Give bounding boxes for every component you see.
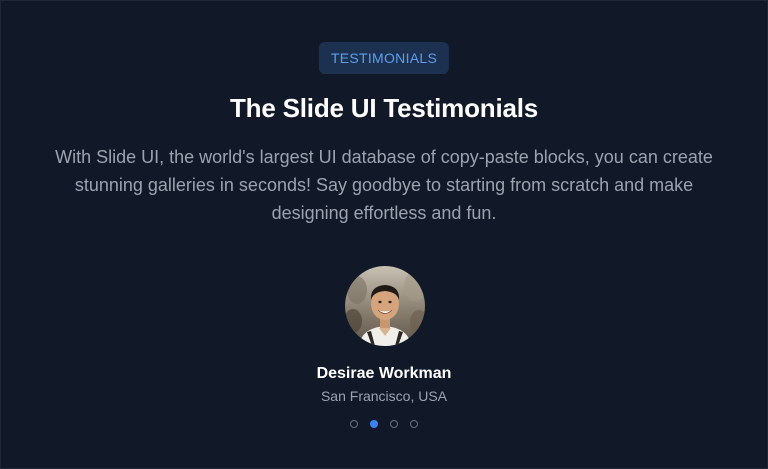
pagination-dots <box>1 420 767 428</box>
pagination-dot-3[interactable] <box>390 420 398 428</box>
pagination-dot-1[interactable] <box>350 420 358 428</box>
pagination-dot-4[interactable] <box>410 420 418 428</box>
pagination-dot-2[interactable] <box>370 420 378 428</box>
avatar <box>345 266 425 346</box>
person-photo-icon <box>345 266 425 346</box>
section-description: With Slide UI, the world's largest UI da… <box>55 147 713 223</box>
testimonials-section: TESTIMONIALS The Slide UI Testimonials W… <box>0 0 768 469</box>
author-name: Desirae Workman <box>316 365 452 382</box>
author-location: San Francisco, USA <box>320 388 448 404</box>
section-title: The Slide UI Testimonials <box>229 93 539 123</box>
section-badge: TESTIMONIALS <box>318 42 450 74</box>
